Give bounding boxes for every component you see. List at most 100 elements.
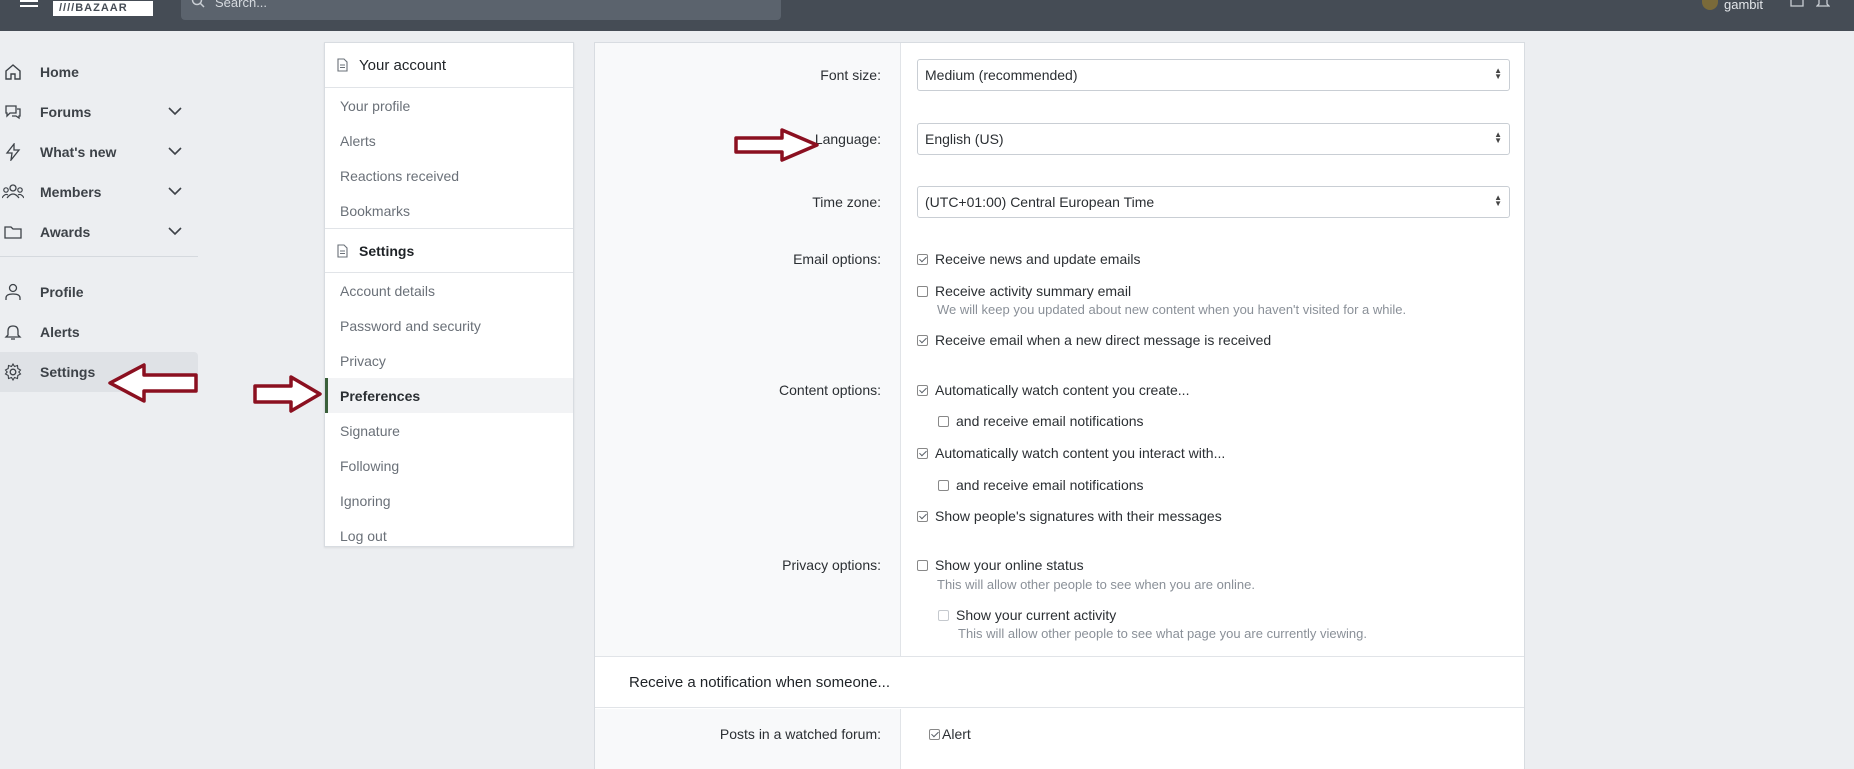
email-dm-checkbox[interactable]: Receive email when a new direct message …	[917, 332, 1271, 348]
sidebar-item-home[interactable]: Home	[0, 52, 198, 92]
checkbox-checked[interactable]	[917, 447, 928, 459]
select-arrows-icon: ▲ ▼	[1494, 130, 1502, 145]
checkbox-label: Show people's signatures with their mess…	[935, 508, 1222, 524]
chevron-down-icon[interactable]	[168, 106, 182, 116]
username: gambit	[1724, 0, 1764, 12]
checkbox-label: Receive email when a new direct message …	[935, 332, 1272, 348]
settings-menu-password[interactable]: Password and security	[325, 308, 573, 343]
settings-header-label: Settings	[359, 242, 415, 259]
font-size-label: Font size:	[820, 67, 881, 83]
checkbox-checked[interactable]	[917, 510, 928, 522]
account-menu-bookmarks[interactable]: Bookmarks	[325, 193, 573, 228]
checkbox-checked[interactable]	[929, 728, 940, 740]
hamburger-menu-icon[interactable]	[20, 0, 38, 10]
sidebar-item-whats-new[interactable]: What's new	[0, 132, 198, 172]
chevron-down-icon[interactable]	[168, 186, 182, 196]
settings-menu-account-details[interactable]: Account details	[325, 273, 573, 308]
timezone-value: (UTC+01:00) Central European Time	[925, 194, 1155, 210]
site-logo[interactable]: ////BAZAAR	[53, 1, 153, 16]
nav-divider	[0, 256, 198, 257]
checkbox-unchecked[interactable]	[938, 479, 949, 491]
user-icon	[5, 283, 21, 300]
sidebar-item-forums[interactable]: Forums	[0, 92, 198, 132]
account-header: Your account	[325, 43, 573, 88]
settings-menu-privacy[interactable]: Privacy	[325, 343, 573, 378]
sidebar-item-label: Settings	[40, 364, 96, 380]
bell-icon[interactable]	[1816, 0, 1830, 8]
settings-menu-following[interactable]: Following	[325, 448, 573, 483]
settings-menu-preferences[interactable]: Preferences	[325, 378, 573, 413]
checkbox-checked[interactable]	[917, 334, 928, 346]
avatar	[1702, 0, 1718, 10]
settings-header: Settings	[325, 228, 573, 273]
notification-section-header: Receive a notification when someone...	[595, 656, 1524, 708]
notification-section-title: Receive a notification when someone...	[629, 674, 890, 691]
checkbox-label: Receive activity summary email	[935, 283, 1132, 299]
search-input[interactable]: Search...	[181, 0, 781, 20]
content-options-label: Content options:	[779, 382, 881, 398]
sidebar-item-label: Members	[40, 184, 102, 200]
document-icon	[337, 244, 348, 258]
email-summary-checkbox[interactable]: Receive activity summary email	[917, 283, 1131, 299]
checkbox-label: Automatically watch content you create..…	[935, 382, 1190, 398]
checkbox-label: Receive news and update emails	[935, 251, 1141, 267]
search-placeholder: Search...	[215, 0, 268, 10]
language-value: English (US)	[925, 131, 1004, 147]
watch-created-checkbox[interactable]: Automatically watch content you create..…	[917, 382, 1189, 398]
email-options-label: Email options:	[793, 251, 881, 267]
timezone-label: Time zone:	[812, 194, 881, 210]
watch-interacted-email-checkbox[interactable]: and receive email notifications	[938, 477, 1144, 493]
online-status-hint: This will allow other people to see when…	[937, 577, 1255, 592]
checkbox-label: Alert	[942, 726, 971, 742]
current-activity-hint: This will allow other people to see what…	[958, 626, 1367, 641]
settings-menu-ignoring[interactable]: Ignoring	[325, 483, 573, 518]
gear-icon	[4, 363, 22, 381]
watch-created-email-checkbox[interactable]: and receive email notifications	[938, 413, 1144, 429]
account-menu-alerts[interactable]: Alerts	[325, 123, 573, 158]
annotation-arrow-left	[108, 363, 198, 403]
sidebar-nav: Home Forums What's new Members Awards Pr…	[0, 52, 198, 392]
settings-menu-signature[interactable]: Signature	[325, 413, 573, 448]
checkbox-unchecked[interactable]	[938, 415, 949, 427]
email-summary-hint: We will keep you updated about new conte…	[937, 302, 1407, 317]
chat-icon	[5, 105, 21, 120]
show-signatures-checkbox[interactable]: Show people's signatures with their mess…	[917, 508, 1222, 524]
account-header-label: Your account	[359, 56, 447, 74]
checkbox-label: Automatically watch content you interact…	[935, 445, 1226, 461]
sidebar-item-label: Home	[40, 64, 79, 80]
current-activity-checkbox[interactable]: Show your current activity	[938, 607, 1116, 623]
watched-forum-label: Posts in a watched forum:	[719, 726, 881, 742]
font-size-select[interactable]: Medium (recommended) ▲ ▼	[917, 59, 1510, 91]
inbox-icon[interactable]	[1790, 0, 1804, 8]
checkbox-checked[interactable]	[917, 384, 928, 396]
settings-menu-log-out[interactable]: Log out	[325, 518, 573, 553]
account-menu-reactions[interactable]: Reactions received	[325, 158, 573, 193]
bolt-icon	[5, 143, 21, 161]
chevron-down-icon[interactable]	[168, 226, 182, 236]
sidebar-item-alerts[interactable]: Alerts	[0, 312, 198, 352]
checkbox-unchecked[interactable]	[917, 285, 928, 297]
sidebar-item-profile[interactable]: Profile	[0, 272, 198, 312]
search-icon	[191, 0, 205, 8]
watched-forum-alert-checkbox[interactable]: Alert	[929, 726, 971, 742]
checkbox-disabled[interactable]	[938, 609, 949, 621]
watch-interacted-checkbox[interactable]: Automatically watch content you interact…	[917, 445, 1225, 461]
annotation-arrow-right-language	[734, 128, 819, 162]
chevron-down-icon[interactable]	[168, 146, 182, 156]
user-menu[interactable]: gambit	[1702, 0, 1764, 12]
sidebar-item-members[interactable]: Members	[0, 172, 198, 212]
select-arrows-icon: ▲ ▼	[1494, 193, 1502, 208]
language-select[interactable]: English (US) ▲ ▼	[917, 123, 1510, 155]
timezone-select[interactable]: (UTC+01:00) Central European Time ▲ ▼	[917, 186, 1510, 218]
account-menu-panel: Your account Your profile Alerts Reactio…	[324, 42, 574, 547]
checkbox-label: and receive email notifications	[956, 413, 1144, 429]
font-size-value: Medium (recommended)	[925, 67, 1078, 83]
sidebar-item-label: Forums	[40, 104, 92, 120]
folder-icon	[4, 226, 22, 239]
account-menu-your-profile[interactable]: Your profile	[325, 88, 573, 123]
checkbox-checked[interactable]	[917, 253, 928, 265]
online-status-checkbox[interactable]: Show your online status	[917, 557, 1084, 573]
sidebar-item-awards[interactable]: Awards	[0, 212, 198, 252]
email-news-checkbox[interactable]: Receive news and update emails	[917, 251, 1140, 267]
checkbox-unchecked[interactable]	[917, 559, 928, 571]
